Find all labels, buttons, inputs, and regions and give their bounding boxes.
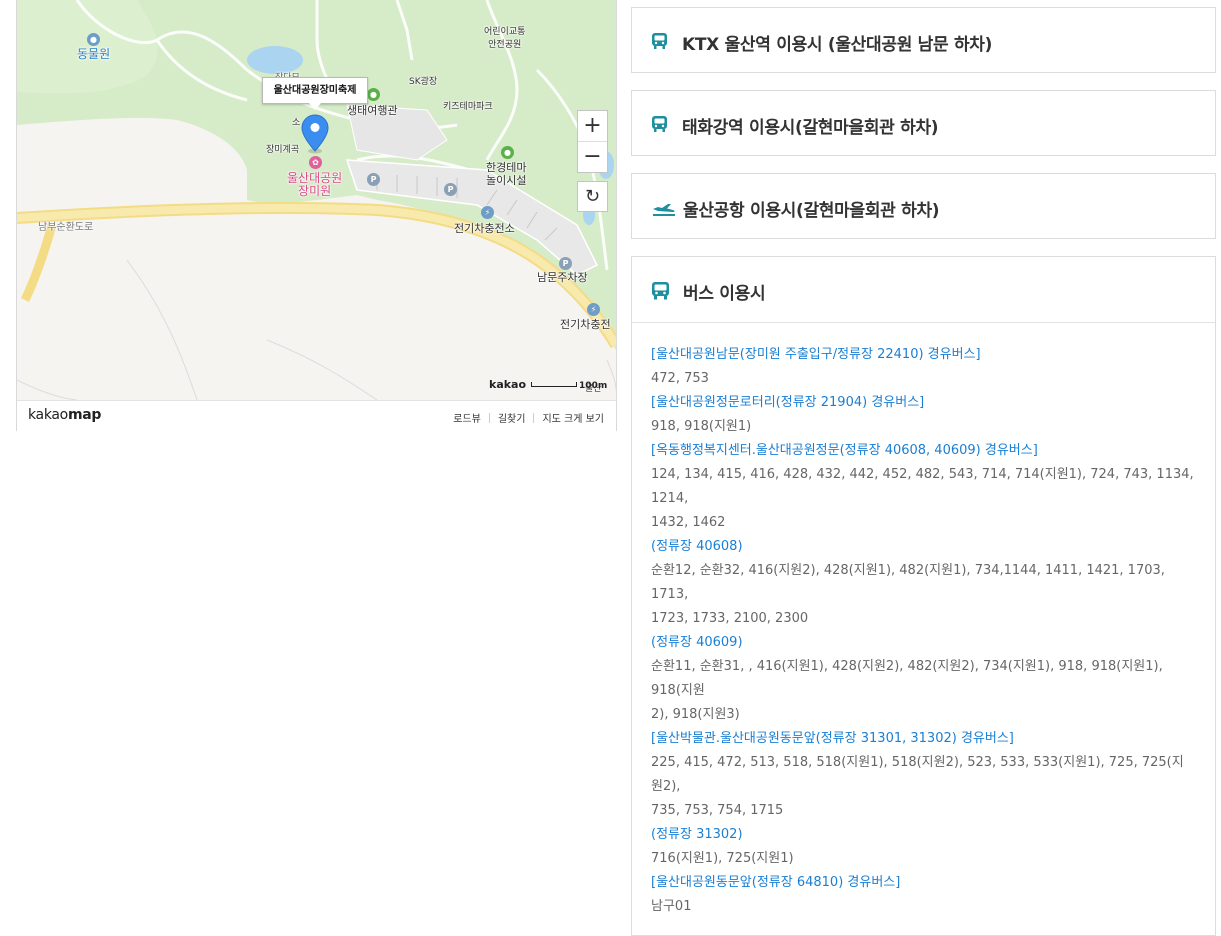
kakaomap-logo[interactable]: kakaomap — [28, 407, 101, 423]
accordion-header[interactable]: 울산공항 이용시(갈현마을회관 하차) — [632, 174, 1215, 238]
bus-routes: 225, 415, 472, 513, 518, 518(지원1), 518(지… — [651, 755, 1184, 794]
bus-routes: 124, 134, 415, 416, 428, 432, 442, 452, … — [651, 467, 1194, 506]
bus-stop-link[interactable]: (정류장 31302) — [651, 823, 1195, 847]
ev-charger-icon: ⚡ — [587, 303, 600, 316]
map-label-eco-travel: 생태여행관 — [347, 104, 398, 117]
accordion-ktx[interactable]: KTX 울산역 이용시 (울산대공원 남문 하차) — [631, 7, 1216, 73]
map-label-south-parking: 남문주차장 — [537, 271, 588, 284]
accordion-header[interactable]: 버스 이용시 — [632, 257, 1215, 323]
zoom-out-button[interactable]: − — [578, 142, 607, 172]
parking-icon: P — [444, 183, 457, 196]
map-scale: kakao 100m — [489, 378, 607, 391]
accordion-bus: 버스 이용시 [울산대공원남문(장미원 주출입구/정류장 22410) 경유버스… — [631, 256, 1216, 936]
scale-brand: kakao — [489, 378, 527, 391]
map-label-ev-charge: 전기차충전소 — [454, 222, 515, 235]
map-label-env-theme: 한경테마 놀이시설 — [486, 161, 527, 187]
accordion-airport[interactable]: 울산공항 이용시(갈현마을회관 하차) — [631, 173, 1216, 239]
map-label-rose-valley: 장미계곡 — [266, 145, 300, 155]
divider — [533, 413, 535, 423]
map-label-kids-theme: 키즈테마파크 — [443, 102, 493, 112]
bus-stop-link[interactable]: [울산대공원남문(장미원 주출입구/정류장 22410) 경유버스] — [651, 343, 1195, 367]
bus-stop-link[interactable]: [울산대공원정문로터리(정류장 21904) 경유버스] — [651, 391, 1195, 415]
bus-icon — [651, 281, 670, 305]
zoo-icon: ● — [87, 33, 100, 46]
divider — [488, 413, 490, 423]
accordion-title: 태화강역 이용시(갈현마을회관 하차) — [682, 118, 939, 138]
accordion-taehwagang[interactable]: 태화강역 이용시(갈현마을회관 하차) — [631, 90, 1216, 156]
accordion-title: KTX 울산역 이용시 (울산대공원 남문 하차) — [682, 35, 993, 55]
map-label-park-rose: 울산대공원 장미원 — [287, 171, 343, 198]
ev-charger-icon: ⚡ — [481, 206, 494, 219]
bus-icon — [651, 115, 668, 137]
directions-link[interactable]: 길찾기 — [498, 414, 526, 425]
bus-stop-link[interactable]: [울산박물관.울산대공원동문앞(정류장 31301, 31302) 경유버스] — [651, 727, 1195, 751]
zoom-control: + − — [577, 110, 608, 173]
roadview-link[interactable]: 로드뷰 — [453, 414, 481, 425]
airplane-icon — [652, 200, 676, 220]
map-footer: kakaomap 로드뷰 길찾기 지도 크게 보기 — [17, 400, 616, 431]
marker-label[interactable]: 울산대공원장미축제 — [262, 77, 368, 110]
parking-icon: P — [367, 173, 380, 186]
enlarge-map-link[interactable]: 지도 크게 보기 — [542, 414, 604, 425]
tree-icon: ● — [367, 88, 380, 101]
accordion-title: 울산공항 이용시(갈현마을회관 하차) — [683, 201, 940, 221]
logo-part-b: map — [67, 407, 102, 423]
bus-routes: 918, 918(지원1) — [651, 419, 752, 434]
scale-value: 100m — [579, 381, 608, 391]
bus-stop-link[interactable]: [울산대공원동문앞(정류장 64810) 경유버스] — [651, 871, 1195, 895]
accordion-header[interactable]: 태화강역 이용시(갈현마을회관 하차) — [632, 91, 1215, 155]
bus-routes: 1723, 1733, 2100, 2300 — [651, 611, 809, 626]
bus-routes: 순환11, 순환31, , 416(지원1), 428(지원2), 482(지원… — [651, 659, 1163, 698]
rose-garden-icon: ✿ — [309, 156, 322, 169]
parking-icon: P — [559, 257, 572, 270]
map-label-sk-plaza: SK광장 — [409, 77, 438, 87]
map-footer-links: 로드뷰 길찾기 지도 크게 보기 — [453, 410, 604, 425]
bus-routes: 2), 918(지원3) — [651, 707, 740, 722]
accordion-header[interactable]: KTX 울산역 이용시 (울산대공원 남문 하차) — [632, 8, 1215, 72]
map-canvas[interactable]: ● ● ● P P P ⚡ ⚡ ✿ 동물원 어린이교통 안전공원 SK광장 생태… — [17, 0, 616, 400]
bus-stop-link[interactable]: (정류장 40609) — [651, 631, 1195, 655]
bus-routes: 472, 753 — [651, 371, 709, 386]
zoom-in-button[interactable]: + — [578, 111, 607, 142]
bus-stop-link[interactable]: [옥동행정복지센터.울산대공원정문(정류장 40608, 40609) 경유버스… — [651, 439, 1195, 463]
map-label-zoo: 동물원 — [77, 47, 111, 61]
logo-part-a: kakao — [28, 407, 68, 423]
map-label-road: 남부순환도로 — [38, 222, 94, 233]
tree-icon: ● — [501, 146, 514, 159]
bus-routes: 순환12, 순환32, 416(지원2), 428(지원1), 482(지원1)… — [651, 563, 1165, 602]
bus-routes: 735, 753, 754, 1715 — [651, 803, 784, 818]
map-label-cut-2: 소 — [292, 118, 301, 128]
map-label-kids-traffic: 어린이교통 안전공원 — [484, 27, 526, 50]
map-panel: ● ● ● P P P ⚡ ⚡ ✿ 동물원 어린이교통 안전공원 SK광장 생태… — [16, 0, 617, 431]
bus-icon — [651, 32, 668, 54]
bus-routes: 남구01 — [651, 899, 692, 914]
scale-bar — [531, 382, 578, 387]
refresh-button[interactable]: ↻ — [577, 181, 608, 212]
accordion-title: 버스 이용시 — [683, 284, 766, 304]
bus-route-list: [울산대공원남문(장미원 주출입구/정류장 22410) 경유버스] 472, … — [632, 323, 1215, 935]
bus-stop-link[interactable]: (정류장 40608) — [651, 535, 1195, 559]
map-label-ev-charge-2: 전기차충전 — [560, 318, 611, 331]
bus-routes: 716(지원1), 725(지원1) — [651, 851, 794, 866]
bus-routes: 1432, 1462 — [651, 515, 726, 530]
